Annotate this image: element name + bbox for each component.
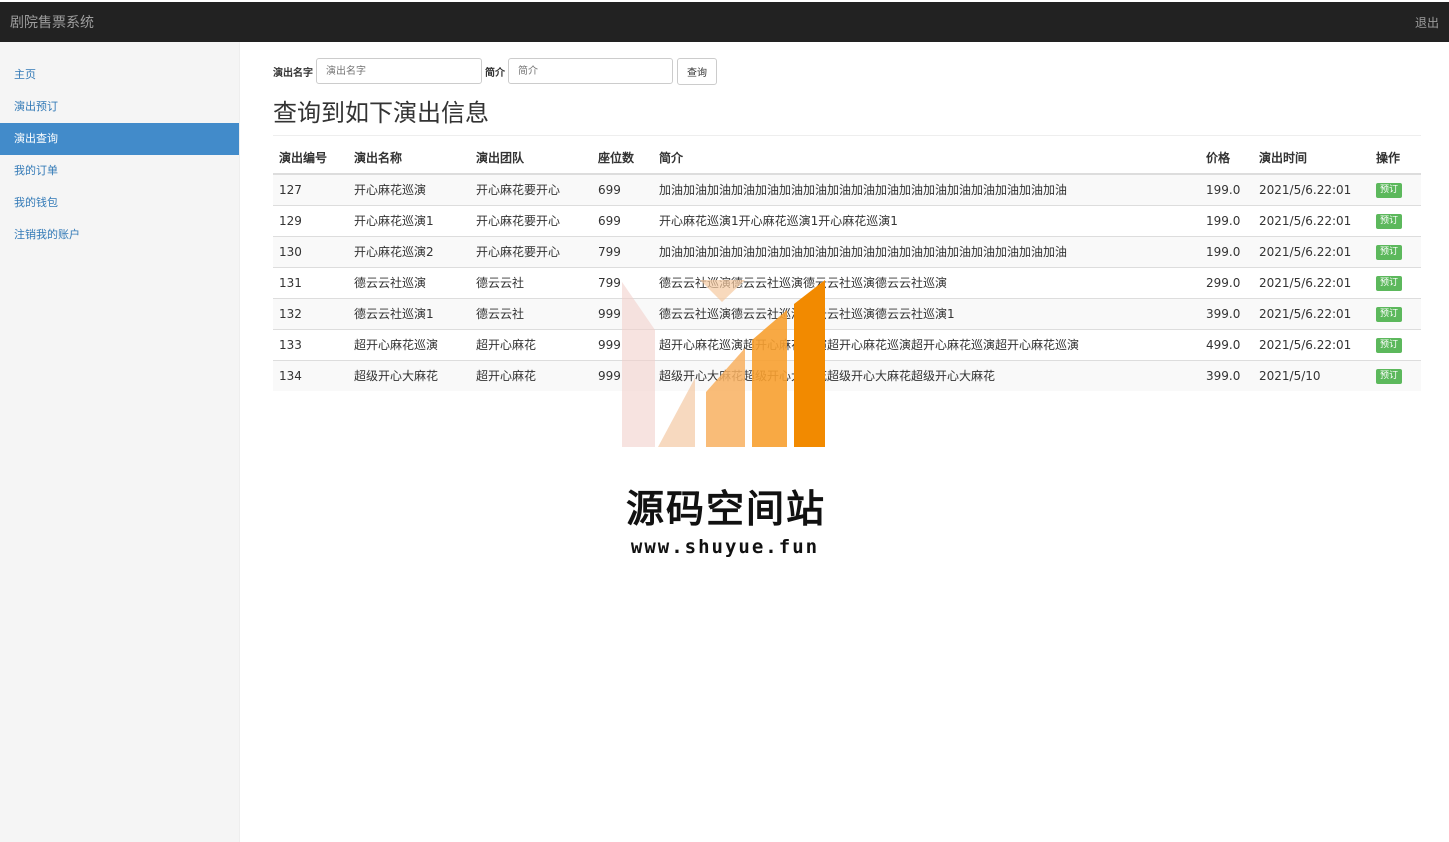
cell-team: 超开心麻花 [470,359,592,391]
search-form: 演出名字 简介 查询 [273,57,1421,85]
header-id: 演出编号 [273,141,348,175]
cell-price: 399.0 [1200,297,1253,329]
cell-time: 2021/5/6.22:01 [1253,235,1370,267]
header-time: 演出时间 [1253,141,1370,175]
cell-time: 2021/5/6.22:01 [1253,173,1370,205]
cell-price: 199.0 [1200,173,1253,205]
name-label: 演出名字 [273,67,313,79]
table-row: 131 德云云社巡演 德云云社 799 德云云社巡演德云云社巡演德云云社巡演德云… [273,266,1421,298]
header-action: 操作 [1370,141,1421,175]
cell-time: 2021/5/6.22:01 [1253,204,1370,236]
cell-action: 预订 [1370,266,1421,298]
book-button[interactable]: 预订 [1376,214,1403,229]
cell-price: 199.0 [1200,235,1253,267]
book-button[interactable]: 预订 [1376,276,1403,291]
watermark-bar-4 [752,310,787,447]
header-description: 简介 [653,141,1200,175]
cell-time: 2021/5/6.22:01 [1253,266,1370,298]
cell-seats: 699 [592,173,653,205]
table-row: 127 开心麻花巡演 开心麻花要开心 699 加油加油加油加油加油加油加油加油加… [273,173,1421,205]
watermark-bar-3 [706,348,745,447]
cell-description: 加油加油加油加油加油加油加油加油加油加油加油加油加油加油加油加油加油 [653,173,1200,205]
cell-id: 132 [273,297,348,329]
cell-price: 199.0 [1200,204,1253,236]
cell-name: 开心麻花巡演 [348,173,470,205]
cell-team: 德云云社 [470,266,592,298]
watermark-url: www.shuyue.fun [630,536,820,558]
sidebar-item-close-account[interactable]: 注销我的账户 [0,219,239,251]
cell-id: 127 [273,173,348,205]
cell-id: 131 [273,266,348,298]
watermark-chevron [700,280,745,302]
cell-team: 德云云社 [470,297,592,329]
book-button[interactable]: 预订 [1376,245,1403,260]
cell-team: 开心麻花要开心 [470,235,592,267]
cell-name: 超开心麻花巡演 [348,328,470,360]
watermark-logo-icon [622,280,825,447]
cell-seats: 699 [592,204,653,236]
shows-table: 演出编号 演出名称 演出团队 座位数 简介 价格 演出时间 操作 127 开心麻… [273,141,1421,391]
book-button[interactable]: 预订 [1376,369,1403,385]
table-row: 130 开心麻花巡演2 开心麻花要开心 799 加油加油加油加油加油加油加油加油… [273,235,1421,267]
cell-action: 预订 [1370,235,1421,267]
cell-time: 2021/5/6.22:01 [1253,328,1370,360]
sidebar-item-home[interactable]: 主页 [0,59,239,91]
cell-team: 开心麻花要开心 [470,204,592,236]
table-header-row: 演出编号 演出名称 演出团队 座位数 简介 价格 演出时间 操作 [273,141,1421,175]
cell-name: 德云云社巡演 [348,266,470,298]
book-button[interactable]: 预订 [1376,183,1403,199]
desc-label: 简介 [485,67,505,79]
app-title[interactable]: 剧院售票系统 [10,12,94,32]
result-heading: 查询到如下演出信息 [273,98,1421,136]
watermark-bar-1 [622,282,655,447]
cell-name: 开心麻花巡演1 [348,204,470,236]
cell-action: 预订 [1370,297,1421,329]
cell-seats: 799 [592,235,653,267]
cell-description: 开心麻花巡演1开心麻花巡演1开心麻花巡演1 [653,204,1200,236]
watermark-title: 源码空间站 [625,487,826,531]
cell-action: 预订 [1370,204,1421,236]
sidebar-item-orders[interactable]: 我的订单 [0,155,239,187]
cell-action: 预订 [1370,359,1421,391]
cell-price: 399.0 [1200,359,1253,391]
cell-name: 德云云社巡演1 [348,297,470,329]
table-row: 133 超开心麻花巡演 超开心麻花 999 超开心麻花巡演超开心麻花巡演超开心麻… [273,328,1421,360]
watermark-bar-5 [794,280,825,447]
cell-name: 超级开心大麻花 [348,359,470,391]
header-seats: 座位数 [592,141,653,175]
table-row: 129 开心麻花巡演1 开心麻花要开心 699 开心麻花巡演1开心麻花巡演1开心… [273,204,1421,236]
search-button[interactable]: 查询 [677,57,717,85]
cell-id: 134 [273,359,348,391]
cell-team: 开心麻花要开心 [470,173,592,205]
header-name: 演出名称 [348,141,470,175]
table-row: 132 德云云社巡演1 德云云社 999 德云云社巡演德云云社巡演德云云社巡演德… [273,297,1421,329]
logout-link[interactable]: 退出 [1415,14,1439,31]
cell-description: 加油加油加油加油加油加油加油加油加油加油加油加油加油加油加油加油加油 [653,235,1200,267]
header-price: 价格 [1200,141,1253,175]
description-input[interactable] [508,58,673,84]
table-row: 134 超级开心大麻花 超开心麻花 999 超级开心大麻花超级开心大麻花超级开心… [273,359,1421,391]
cell-id: 130 [273,235,348,267]
header-team: 演出团队 [470,141,592,175]
cell-action: 预订 [1370,173,1421,205]
cell-id: 129 [273,204,348,236]
sidebar-item-wallet[interactable]: 我的钱包 [0,187,239,219]
cell-team: 超开心麻花 [470,328,592,360]
show-name-input[interactable] [316,58,482,84]
cell-action: 预订 [1370,328,1421,360]
cell-time: 2021/5/6.22:01 [1253,297,1370,329]
cell-time: 2021/5/10 [1253,359,1370,391]
cell-id: 133 [273,328,348,360]
top-navbar: 剧院售票系统 退出 [0,0,1449,42]
cell-name: 开心麻花巡演2 [348,235,470,267]
watermark-bar-2 [658,378,695,447]
sidebar-item-booking[interactable]: 演出预订 [0,91,239,123]
sidebar-item-search[interactable]: 演出查询 [0,123,239,155]
sidebar: 主页 演出预订 演出查询 我的订单 我的钱包 注销我的账户 [0,42,240,842]
main-content: 演出名字 简介 查询 查询到如下演出信息 演出编号 演出名称 演出团队 座位数 … [273,42,1421,391]
book-button[interactable]: 预订 [1376,338,1403,353]
cell-price: 499.0 [1200,328,1253,360]
book-button[interactable]: 预订 [1376,307,1403,322]
cell-price: 299.0 [1200,266,1253,298]
